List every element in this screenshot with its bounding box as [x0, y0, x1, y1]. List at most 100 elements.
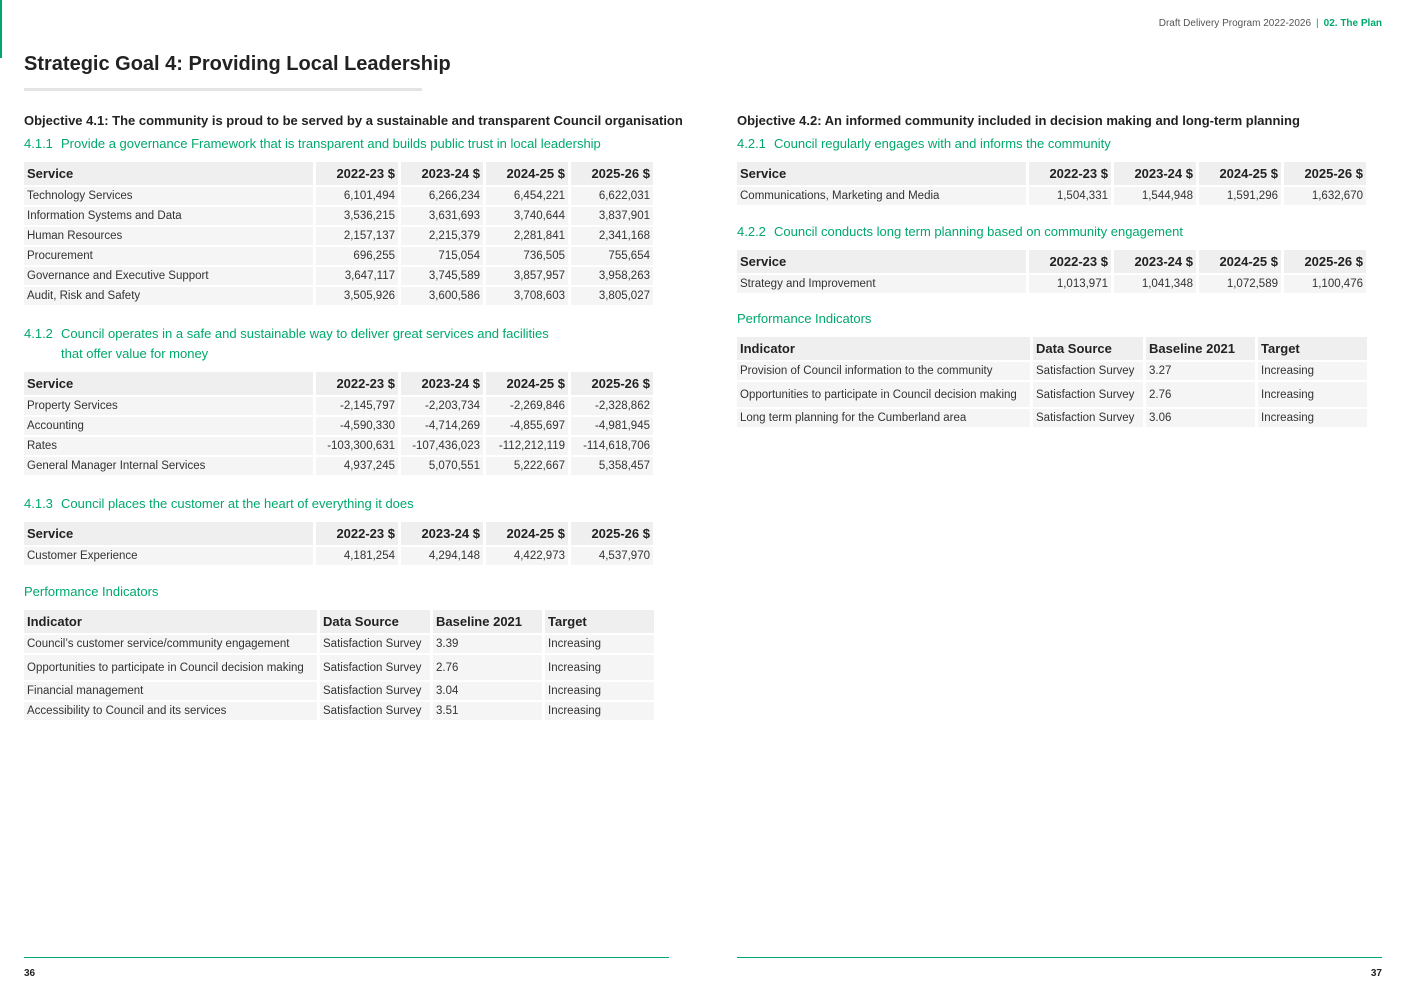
value-cell: 3,708,603	[486, 287, 568, 305]
value-cell: 3,837,901	[571, 207, 653, 225]
running-header: Draft Delivery Program 2022-2026 | 02. The…	[1159, 18, 1382, 29]
service-budget-table: Service 2022-23 $ 2023-24 $ 2024-25 $ 20…	[21, 520, 656, 567]
column-header: Indicator	[737, 337, 1030, 360]
goal-title-underline	[24, 88, 422, 91]
subsection-heading: 4.2.1 Council regularly engages with and …	[737, 134, 1111, 154]
accent-bar	[0, 0, 2, 58]
value-cell: 715,054	[401, 247, 483, 265]
target-cell: Increasing	[1258, 382, 1367, 407]
indicator-cell: Opportunities to participate in Council …	[737, 382, 1030, 407]
column-header: 2024-25 $	[486, 522, 568, 545]
subsection-heading: 4.2.2 Council conducts long term planning…	[737, 222, 1183, 242]
column-header: 2022-23 $	[316, 522, 398, 545]
service-cell: Customer Experience	[24, 547, 313, 565]
baseline-cell: 3.27	[1146, 362, 1255, 380]
indicator-cell: Opportunities to participate in Council …	[24, 655, 317, 680]
table-header-row: Service 2022-23 $ 2023-24 $ 2024-25 $ 20…	[24, 162, 653, 185]
table-row: Accounting -4,590,330 -4,714,269 -4,855,697…	[24, 417, 653, 435]
service-cell: Information Systems and Data	[24, 207, 313, 225]
value-cell: -2,203,734	[401, 397, 483, 415]
table-row: Customer Experience 4,181,254 4,294,148 4,4…	[24, 547, 653, 565]
value-cell: 3,505,926	[316, 287, 398, 305]
document-title: Draft Delivery Program 2022-2026	[1158, 18, 1312, 29]
subsection-number: 4.1.3	[24, 496, 53, 511]
table-header-row: Service 2022-23 $ 2023-24 $ 2024-25 $ 20…	[737, 250, 1366, 273]
baseline-cell: 3.51	[433, 702, 542, 720]
service-budget-table: Service 2022-23 $ 2023-24 $ 2024-25 $ 20…	[21, 160, 656, 307]
subsection-number: 4.1.1	[24, 136, 53, 151]
table-row: Long term planning for the Cumberland ar…	[737, 409, 1367, 427]
value-cell: -2,145,797	[316, 397, 398, 415]
column-header: 2025-26 $	[571, 162, 653, 185]
column-header: 2024-25 $	[1199, 250, 1281, 273]
performance-indicators-heading: Performance Indicators	[24, 584, 159, 599]
value-cell: 4,294,148	[401, 547, 483, 565]
column-header: Indicator	[24, 610, 317, 633]
table-row: Communications, Marketing and Media 1,504…	[737, 187, 1366, 205]
value-cell: 3,536,215	[316, 207, 398, 225]
value-cell: 5,358,457	[571, 457, 653, 475]
service-budget-table: Service 2022-23 $ 2023-24 $ 2024-25 $ 20…	[734, 248, 1369, 295]
value-cell: 3,600,586	[401, 287, 483, 305]
value-cell: 1,591,296	[1199, 187, 1281, 205]
value-cell: 4,537,970	[571, 547, 653, 565]
subsection-title: Provide a governance Framework that is t…	[61, 136, 601, 151]
column-header: 2025-26 $	[571, 372, 653, 395]
baseline-cell: 3.04	[433, 682, 542, 700]
table-row: Property Services -2,145,797 -2,203,734 -2,…	[24, 397, 653, 415]
data-source-cell: Satisfaction Survey	[320, 635, 430, 653]
subsection-number: 4.2.2	[737, 224, 766, 239]
value-cell: 1,041,348	[1114, 275, 1196, 293]
value-cell: 1,013,971	[1029, 275, 1111, 293]
value-cell: 2,281,841	[486, 227, 568, 245]
column-header: Baseline 2021	[1146, 337, 1255, 360]
table-row: Financial management Satisfaction Survey 3…	[24, 682, 654, 700]
value-cell: -103,300,631	[316, 437, 398, 455]
service-budget-table: Service 2022-23 $ 2023-24 $ 2024-25 $ 20…	[734, 160, 1369, 207]
page-number: 37	[1370, 968, 1382, 979]
column-header: 2025-26 $	[1284, 250, 1366, 273]
table-header-row: Indicator Data Source Baseline 2021 Targ…	[737, 337, 1367, 360]
service-cell: Technology Services	[24, 187, 313, 205]
value-cell: 5,070,551	[401, 457, 483, 475]
footer-rule	[24, 957, 669, 958]
data-source-cell: Satisfaction Survey	[1033, 362, 1143, 380]
subsection-heading: 4.1.1 Provide a governance Framework that…	[24, 134, 601, 154]
column-header: 2023-24 $	[1114, 162, 1196, 185]
footer-rule	[737, 957, 1382, 958]
subsection-heading: 4.1.2 Council operates in a safe and sust…	[24, 324, 549, 364]
value-cell: -114,618,706	[571, 437, 653, 455]
performance-indicators-table: Indicator Data Source Baseline 2021 Targ…	[734, 335, 1370, 429]
column-header: 2023-24 $	[1114, 250, 1196, 273]
table-row: Opportunities to participate in Council …	[737, 382, 1367, 407]
objective-heading: Objective 4.1: The community is proud to…	[24, 113, 683, 128]
table-row: Strategy and Improvement 1,013,971 1,041,3…	[737, 275, 1366, 293]
section-label: 02. The Plan	[1323, 18, 1382, 29]
indicator-cell: Council’s customer service/community eng…	[24, 635, 317, 653]
value-cell: 2,341,168	[571, 227, 653, 245]
value-cell: 6,101,494	[316, 187, 398, 205]
value-cell: 4,422,973	[486, 547, 568, 565]
service-cell: Strategy and Improvement	[737, 275, 1026, 293]
header-separator: |	[1316, 18, 1319, 29]
table-row: Information Systems and Data 3,536,215 3,6…	[24, 207, 653, 225]
subsection-title: Council regularly engages with and infor…	[774, 136, 1111, 151]
service-cell: Accounting	[24, 417, 313, 435]
table-header-row: Service 2022-23 $ 2023-24 $ 2024-25 $ 20…	[24, 522, 653, 545]
service-cell: Human Resources	[24, 227, 313, 245]
value-cell: 755,654	[571, 247, 653, 265]
column-header: 2023-24 $	[401, 162, 483, 185]
value-cell: 3,805,027	[571, 287, 653, 305]
column-header: 2023-24 $	[401, 372, 483, 395]
table-row: Council’s customer service/community eng…	[24, 635, 654, 653]
table-row: Human Resources 2,157,137 2,215,379 2,281,8…	[24, 227, 653, 245]
column-header: 2025-26 $	[1284, 162, 1366, 185]
baseline-cell: 3.39	[433, 635, 542, 653]
data-source-cell: Satisfaction Survey	[320, 655, 430, 680]
performance-indicators-heading: Performance Indicators	[737, 311, 872, 326]
table-row: Rates -103,300,631 -107,436,023 -112,212,11…	[24, 437, 653, 455]
subsection-title: Council operates in a safe and sustainab…	[61, 326, 549, 341]
goal-title: Strategic Goal 4: Providing Local Leader…	[24, 53, 451, 75]
column-header: Service	[737, 162, 1026, 185]
column-header: Service	[737, 250, 1026, 273]
